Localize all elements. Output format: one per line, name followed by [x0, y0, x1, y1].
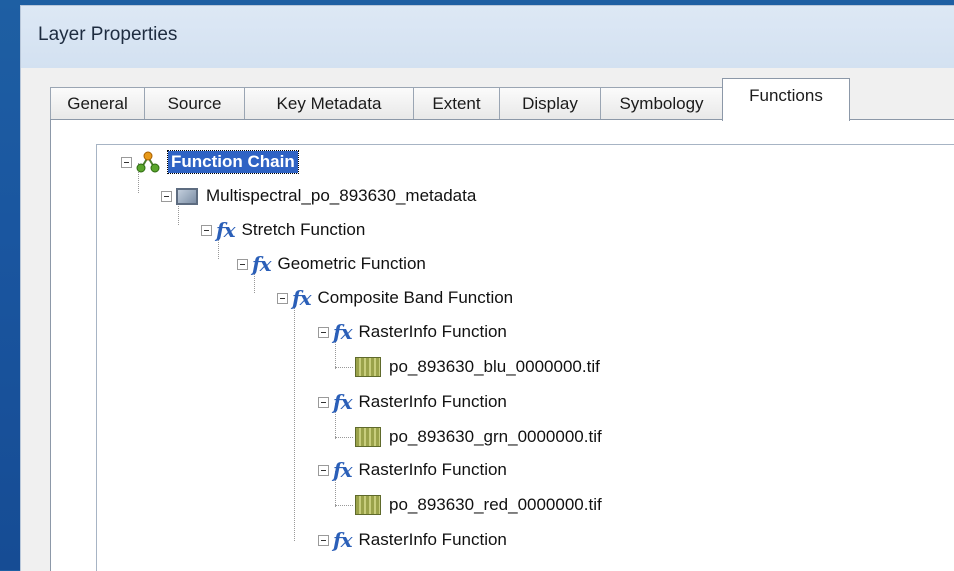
tree-connector — [294, 301, 295, 541]
dialog-title: Layer Properties — [38, 24, 178, 45]
tree-label-raster-file: po_893630_grn_0000000.tif — [389, 427, 602, 446]
tab-strip: General Source Key Metadata Extent Displ… — [50, 78, 954, 121]
tree-label-geometric: Geometric Function — [277, 254, 426, 273]
tree-node-raster-file[interactable]: po_893630_grn_0000000.tif — [355, 422, 602, 452]
fx-icon: fx — [333, 458, 353, 482]
tree-label-metadata: Multispectral_po_893630_metadata — [206, 186, 477, 205]
tree-label-raster-file: po_893630_blu_0000000.tif — [389, 357, 600, 376]
fx-icon: fx — [333, 390, 353, 414]
tab-extent[interactable]: Extent — [413, 87, 500, 120]
tree-connector — [335, 505, 353, 506]
tree-connector — [335, 367, 353, 368]
collapse-toggle[interactable] — [161, 190, 172, 202]
fx-icon: fx — [333, 320, 353, 344]
tree-label-rasterinfo: RasterInfo Function — [358, 392, 507, 411]
tree-label-function-chain: Function Chain — [167, 150, 299, 174]
raster-dataset-icon — [176, 187, 198, 205]
tree-node-composite-band-function[interactable]: fx Composite Band Function — [277, 283, 513, 313]
collapse-toggle[interactable] — [318, 464, 329, 476]
tree-label-composite: Composite Band Function — [317, 288, 514, 307]
raster-band-icon — [355, 357, 381, 377]
tree-connector — [335, 437, 353, 438]
title-bar: Layer Properties — [21, 6, 954, 68]
tree-node-rasterinfo-function[interactable]: fx RasterInfo Function — [318, 387, 507, 417]
fx-icon: fx — [216, 218, 236, 242]
raster-band-icon — [355, 427, 381, 447]
functions-panel: Function Chain Multispectral_po_893630_m… — [50, 119, 954, 571]
collapse-toggle[interactable] — [277, 292, 288, 304]
collapse-toggle[interactable] — [201, 224, 212, 236]
tab-key-metadata[interactable]: Key Metadata — [244, 87, 414, 120]
fx-icon: fx — [292, 286, 312, 310]
tree-node-rasterinfo-function[interactable]: fx RasterInfo Function — [318, 455, 507, 485]
tab-general[interactable]: General — [50, 87, 145, 120]
fx-icon: fx — [333, 528, 353, 552]
function-chain-icon — [136, 151, 160, 173]
tab-source[interactable]: Source — [144, 87, 245, 120]
tree-label-rasterinfo: RasterInfo Function — [358, 322, 507, 341]
collapse-toggle[interactable] — [318, 396, 329, 408]
function-tree[interactable]: Function Chain Multispectral_po_893630_m… — [96, 144, 954, 571]
collapse-toggle[interactable] — [318, 534, 329, 546]
tree-node-raster-file[interactable]: po_893630_blu_0000000.tif — [355, 352, 600, 382]
tab-functions[interactable]: Functions — [722, 78, 850, 121]
tree-node-raster-file[interactable]: po_893630_red_0000000.tif — [355, 490, 602, 520]
tree-node-rasterinfo-function[interactable]: fx RasterInfo Function — [318, 317, 507, 347]
fx-icon: fx — [252, 252, 272, 276]
tree-label-rasterinfo: RasterInfo Function — [358, 530, 507, 549]
tree-node-stretch-function[interactable]: fx Stretch Function — [201, 215, 365, 245]
collapse-toggle[interactable] — [121, 156, 132, 168]
collapse-toggle[interactable] — [318, 326, 329, 338]
tree-node-metadata[interactable]: Multispectral_po_893630_metadata — [161, 181, 476, 211]
tree-label-stretch: Stretch Function — [241, 220, 366, 239]
collapse-toggle[interactable] — [237, 258, 248, 270]
tree-label-rasterinfo: RasterInfo Function — [358, 460, 507, 479]
tab-symbology[interactable]: Symbology — [600, 87, 723, 120]
raster-band-icon — [355, 495, 381, 515]
tab-display[interactable]: Display — [499, 87, 601, 120]
tree-node-function-chain[interactable]: Function Chain — [121, 147, 299, 177]
layer-properties-dialog: Layer Properties General Source Key Meta… — [20, 5, 954, 571]
tree-label-raster-file: po_893630_red_0000000.tif — [389, 495, 602, 514]
tree-node-rasterinfo-function[interactable]: fx RasterInfo Function — [318, 525, 507, 555]
tree-node-geometric-function[interactable]: fx Geometric Function — [237, 249, 426, 279]
dialog-body: General Source Key Metadata Extent Displ… — [21, 68, 954, 571]
